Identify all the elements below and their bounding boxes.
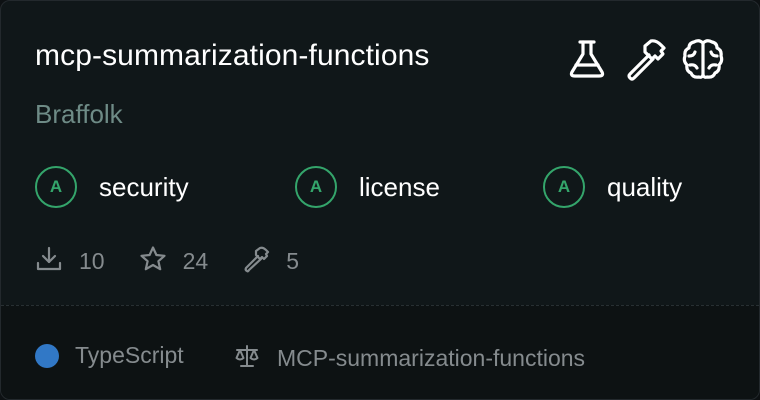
star-icon bbox=[139, 245, 167, 278]
hammer-icon bbox=[623, 37, 667, 81]
license-info: MCP-summarization-functions bbox=[233, 342, 585, 375]
score-label: security bbox=[99, 171, 189, 202]
flask-icon bbox=[565, 37, 609, 81]
server-card[interactable]: mcp-summarization-functions Braffolk A s… bbox=[0, 0, 760, 400]
grade-badge: A bbox=[35, 166, 77, 208]
security-score[interactable]: A security bbox=[35, 166, 189, 208]
stars-count: 24 bbox=[182, 248, 209, 274]
download-icon bbox=[35, 245, 63, 278]
license-score[interactable]: A license bbox=[295, 166, 440, 208]
author-name[interactable]: Braffolk bbox=[35, 99, 123, 130]
hammer-icon bbox=[242, 245, 270, 278]
scale-icon bbox=[233, 342, 261, 375]
language-info: TypeScript bbox=[35, 342, 184, 369]
card-footer: TypeScript MCP-summarization-functions bbox=[1, 305, 759, 399]
stats-row: 10 24 5 bbox=[35, 245, 333, 278]
grade-badge: A bbox=[543, 166, 585, 208]
stars-stat: 24 bbox=[139, 245, 209, 278]
quality-score[interactable]: A quality bbox=[543, 166, 682, 208]
feature-icons bbox=[565, 37, 725, 81]
score-label: quality bbox=[607, 171, 683, 202]
brain-icon bbox=[681, 37, 725, 81]
tools-stat: 5 bbox=[242, 245, 299, 278]
downloads-stat: 10 bbox=[35, 245, 105, 278]
downloads-count: 10 bbox=[79, 248, 105, 274]
license-name: MCP-summarization-functions bbox=[277, 345, 586, 371]
score-label: license bbox=[359, 171, 440, 202]
server-title[interactable]: mcp-summarization-functions bbox=[35, 39, 430, 73]
language-color-dot bbox=[35, 343, 59, 368]
language-name: TypeScript bbox=[75, 342, 184, 368]
score-badges: A security A license A quality bbox=[35, 166, 735, 212]
tools-count: 5 bbox=[286, 248, 299, 274]
grade-badge: A bbox=[295, 166, 337, 208]
